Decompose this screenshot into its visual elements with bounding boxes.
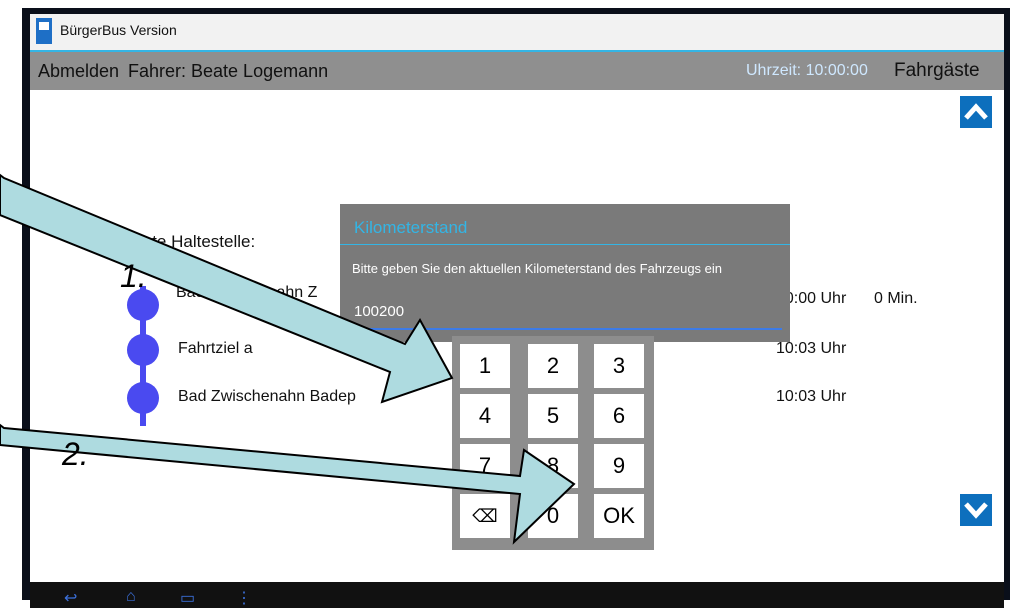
chevron-down-icon — [964, 502, 988, 519]
key-3[interactable]: 3 — [594, 344, 644, 388]
key-6[interactable]: 6 — [594, 394, 644, 438]
stop-name[interactable]: Bad Zwischenahn Badep — [178, 388, 356, 406]
back-icon[interactable]: ↩ — [64, 588, 77, 608]
stop-time: 10:03 Uhr — [776, 340, 847, 357]
title-bar: BürgerBus Version — [30, 14, 1004, 52]
app-icon — [36, 18, 52, 44]
menu-icon[interactable]: ⋮ — [236, 588, 252, 608]
chevron-up-icon — [964, 103, 988, 120]
recent-apps-icon[interactable]: ▭ — [180, 588, 195, 608]
top-bar: Abmelden Fahrer: Beate Logemann Uhrzeit:… — [30, 52, 1004, 90]
key-8[interactable]: 8 — [528, 444, 578, 488]
route-stop-marker — [127, 382, 159, 414]
scroll-up-button[interactable] — [960, 96, 992, 128]
input-underline — [350, 328, 782, 330]
key-7[interactable]: 7 — [460, 444, 510, 488]
stop-delay: 0 Min. — [874, 290, 918, 307]
backspace-key[interactable]: ⌫ — [460, 494, 510, 538]
key-2[interactable]: 2 — [528, 344, 578, 388]
next-stop-label: Nächste Haltestelle: — [104, 232, 256, 251]
passengers-button[interactable]: Fahrgäste — [894, 60, 980, 82]
driver-label: Fahrer: Beate Logemann — [128, 61, 329, 81]
key-1[interactable]: 1 — [460, 344, 510, 388]
scroll-down-button[interactable] — [960, 494, 992, 526]
time-display: Uhrzeit: 10:00:00 — [746, 62, 868, 79]
stop-time: 10:03 Uhr — [776, 388, 847, 405]
numeric-keypad: 1 2 3 4 5 6 7 8 9 ⌫ 0 OK — [452, 336, 654, 550]
app-title: BürgerBus Version — [60, 22, 177, 38]
key-9[interactable]: 9 — [594, 444, 644, 488]
stop-name[interactable]: Fahrtziel a — [178, 340, 253, 358]
dialog-title: Kilometerstand — [354, 218, 468, 237]
stop-name[interactable]: Bad Zwischenahn Z — [176, 284, 317, 302]
logout-button[interactable]: Abmelden — [38, 61, 119, 82]
key-4[interactable]: 4 — [460, 394, 510, 438]
dialog-message: Bitte geben Sie den aktuellen Kilometers… — [352, 261, 723, 276]
key-0[interactable]: 0 — [528, 494, 578, 538]
android-nav-bar: ↩ ⌂ ▭ ⋮ — [30, 582, 1004, 608]
odometer-dialog: Kilometerstand Bitte geben Sie den aktue… — [340, 204, 790, 342]
dialog-divider — [340, 244, 790, 245]
home-icon[interactable]: ⌂ — [126, 588, 136, 606]
odometer-input[interactable]: 100200 — [354, 303, 404, 320]
key-5[interactable]: 5 — [528, 394, 578, 438]
ok-key[interactable]: OK — [594, 494, 644, 538]
route-stop-marker — [127, 334, 159, 366]
step-1-label: 1. — [120, 258, 147, 294]
step-2-label: 2. — [62, 436, 89, 472]
